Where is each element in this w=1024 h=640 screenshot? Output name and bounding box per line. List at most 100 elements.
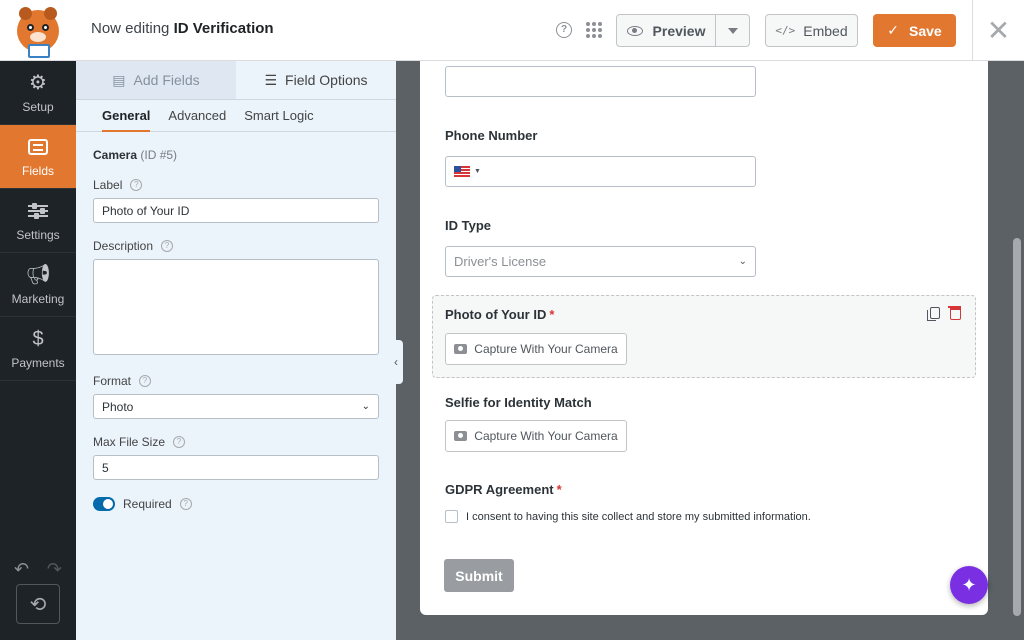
- id-type-label: ID Type: [445, 218, 491, 233]
- panel-tabs: ▤ Add Fields ☰ Field Options: [76, 61, 396, 100]
- gdpr-label: GDPR Agreement *: [445, 482, 562, 497]
- eye-icon: [626, 25, 643, 36]
- help-icon[interactable]: ?: [179, 498, 192, 510]
- gdpr-checkbox[interactable]: [445, 510, 458, 523]
- us-flag-icon: [454, 166, 470, 177]
- submit-button[interactable]: Submit: [444, 559, 514, 592]
- help-icon[interactable]: ?: [161, 240, 174, 252]
- photo-id-label: Photo of Your ID *: [445, 307, 555, 322]
- fields-icon: [28, 138, 48, 155]
- gdpr-consent-text: I consent to having this site collect an…: [466, 510, 811, 523]
- list-icon: ▤: [112, 71, 126, 88]
- help-icon[interactable]: ?: [556, 22, 572, 38]
- trash-icon[interactable]: [948, 306, 961, 320]
- max-file-size-caption: Max File Size?: [93, 435, 186, 449]
- capture-camera-button[interactable]: Capture With Your Camera: [445, 420, 627, 452]
- required-asterisk: *: [549, 307, 555, 322]
- label-caption: Label?: [93, 178, 143, 192]
- capture-camera-button[interactable]: Capture With Your Camera: [445, 333, 627, 365]
- description-caption: Description?: [93, 239, 174, 253]
- help-icon[interactable]: ?: [130, 179, 143, 191]
- field-id: (ID #5): [140, 148, 178, 162]
- sidebar-item-label: Payments: [11, 355, 65, 370]
- camera-icon: [454, 344, 468, 354]
- gdpr-checkbox-row: I consent to having this site collect an…: [445, 510, 811, 523]
- field-heading: Camera (ID #5): [93, 148, 177, 162]
- sidebar-item-settings[interactable]: Settings: [0, 189, 76, 253]
- tab-label: Field Options: [285, 72, 368, 88]
- checkmark-icon: ✓: [887, 22, 900, 38]
- description-textarea[interactable]: [93, 259, 379, 355]
- id-type-select[interactable]: Driver's License ⌄: [445, 246, 756, 277]
- preview-scrollbar[interactable]: [1013, 238, 1021, 616]
- save-label: Save: [909, 22, 942, 39]
- camera-icon: [454, 431, 468, 441]
- tab-label: Add Fields: [133, 72, 200, 88]
- collapse-panel-button[interactable]: ‹: [389, 340, 403, 384]
- revisions-button[interactable]: ⟲: [16, 584, 60, 624]
- redo-icon[interactable]: ↷: [47, 559, 62, 580]
- chevron-left-icon: ‹: [394, 355, 398, 369]
- preview-button[interactable]: Preview: [617, 15, 716, 46]
- dollar-icon: $: [32, 327, 44, 350]
- subtab-general[interactable]: General: [102, 100, 151, 132]
- required-caption: Required: [123, 497, 172, 511]
- required-toggle[interactable]: [93, 497, 115, 511]
- sparkle-icon: ✦: [961, 574, 977, 595]
- sidebar-item-label: Fields: [21, 163, 54, 178]
- format-selected-value: Photo: [102, 399, 134, 414]
- tab-add-fields[interactable]: ▤ Add Fields: [76, 61, 236, 99]
- sliders-icon: ☰: [264, 71, 278, 88]
- previous-field-input[interactable]: [445, 66, 756, 97]
- field-options-panel: ▤ Add Fields ☰ Field Options General Adv…: [76, 61, 396, 640]
- ai-assistant-button[interactable]: ✦: [950, 566, 988, 604]
- caret-down-icon: [727, 27, 738, 34]
- subtab-advanced[interactable]: Advanced: [168, 100, 226, 132]
- undo-redo: ↶ ↷: [14, 559, 62, 580]
- max-file-size-input[interactable]: 5: [93, 455, 379, 480]
- sidebar-item-fields[interactable]: Fields: [0, 125, 76, 189]
- sidebar-item-setup[interactable]: ⚙ Setup: [0, 61, 76, 125]
- capture-label: Capture With Your Camera: [474, 429, 618, 443]
- caret-down-icon: ▼: [474, 168, 481, 175]
- gear-icon: ⚙: [29, 71, 47, 94]
- embed-button[interactable]: </> Embed: [765, 14, 858, 47]
- field-type: Camera: [93, 148, 138, 162]
- selfie-label: Selfie for Identity Match: [445, 395, 592, 410]
- top-bar: Now editing ID Verification ? Preview </…: [0, 0, 1024, 61]
- sidebar-item-label: Marketing: [11, 291, 65, 306]
- label-input[interactable]: Photo of Your ID: [93, 198, 379, 223]
- chevron-down-icon: ⌄: [738, 256, 747, 267]
- format-select[interactable]: Photo ⌄: [93, 394, 379, 419]
- wpforms-logo[interactable]: [0, 0, 76, 61]
- form-name: ID Verification: [173, 20, 274, 37]
- history-icon: ⟲: [29, 593, 47, 616]
- phone-field-label: Phone Number: [445, 128, 538, 143]
- title-prefix: Now editing: [91, 20, 170, 37]
- format-caption: Format?: [93, 374, 152, 388]
- help-icon[interactable]: ?: [139, 375, 152, 387]
- preview-button-group: Preview: [616, 14, 750, 47]
- sidebar-item-payments[interactable]: $ Payments: [0, 317, 76, 381]
- phone-input[interactable]: ▼: [445, 156, 756, 187]
- tab-field-options[interactable]: ☰ Field Options: [236, 61, 396, 99]
- undo-icon[interactable]: ↶: [14, 559, 29, 580]
- required-asterisk: *: [556, 482, 562, 497]
- apps-grid-icon[interactable]: [586, 22, 602, 38]
- subtab-smart-logic[interactable]: Smart Logic: [244, 100, 313, 132]
- megaphone-icon: 📢︎: [25, 263, 51, 286]
- sidebar-item-label: Setup: [22, 99, 54, 114]
- preview-dropdown-button[interactable]: [716, 15, 749, 46]
- chevron-down-icon: ⌄: [361, 401, 370, 412]
- close-icon[interactable]: ✕: [972, 0, 1024, 61]
- embed-label: Embed: [803, 22, 848, 39]
- id-type-placeholder: Driver's License: [454, 254, 547, 269]
- sidebar-item-label: Settings: [16, 227, 60, 242]
- sidebar-item-marketing[interactable]: 📢︎ Marketing: [0, 253, 76, 317]
- capture-label: Capture With Your Camera: [474, 342, 618, 356]
- builder-sidebar: ⚙ Setup Fields Settings 📢︎ Marketing $ P…: [0, 61, 76, 640]
- help-icon[interactable]: ?: [173, 436, 186, 448]
- preview-label: Preview: [652, 22, 706, 39]
- duplicate-icon[interactable]: [927, 307, 940, 321]
- save-button[interactable]: ✓ Save: [873, 14, 956, 47]
